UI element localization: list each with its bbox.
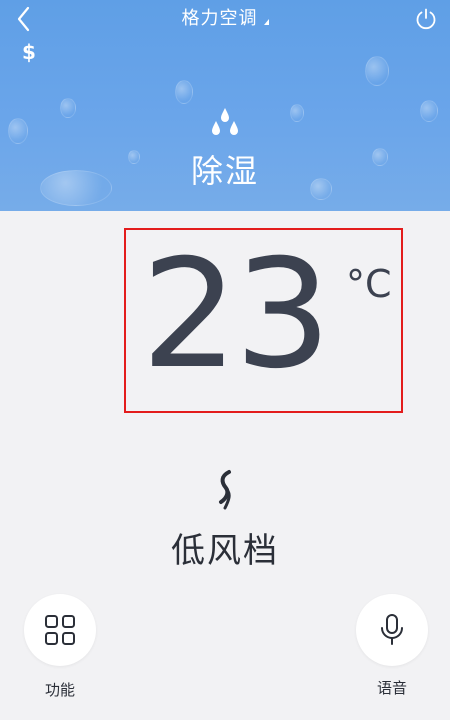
temperature-number: 23 xyxy=(141,228,332,402)
dollar-icon[interactable]: $ xyxy=(22,40,36,64)
device-title: 格力空调 xyxy=(181,8,258,29)
back-button[interactable] xyxy=(8,4,38,34)
voice-button[interactable] xyxy=(356,594,428,666)
mode-label: 除湿 xyxy=(190,152,259,190)
ac-remote-screen: 格力空调 $ 除湿 23 °C 低风档 功能 语音 xyxy=(0,0,450,720)
fan-speed-label[interactable]: 低风档 xyxy=(0,523,450,572)
temperature-value[interactable]: 23 xyxy=(141,240,332,390)
chevron-left-icon xyxy=(17,6,30,32)
title-bar: 格力空调 xyxy=(0,4,450,30)
decorative-bubble xyxy=(60,98,76,118)
device-selector[interactable]: 格力空调 xyxy=(182,4,269,30)
grid-icon xyxy=(45,615,75,645)
fan-icon[interactable] xyxy=(213,468,237,512)
decorative-bubble xyxy=(290,104,304,122)
voice-label: 语音 xyxy=(376,679,407,697)
temperature-unit: °C xyxy=(346,262,392,306)
water-drops-icon xyxy=(212,108,238,135)
function-label: 功能 xyxy=(44,681,75,699)
decorative-bubble xyxy=(420,100,438,122)
decorative-bubble xyxy=(175,80,193,104)
function-button[interactable] xyxy=(24,594,96,666)
mode-header: 格力空调 $ 除湿 xyxy=(0,0,450,211)
decorative-bubble xyxy=(365,56,389,86)
decorative-bubble xyxy=(8,118,28,144)
power-icon xyxy=(416,8,436,30)
dropdown-caret-icon xyxy=(263,19,269,25)
power-button[interactable] xyxy=(412,5,440,33)
microphone-icon xyxy=(381,614,403,645)
